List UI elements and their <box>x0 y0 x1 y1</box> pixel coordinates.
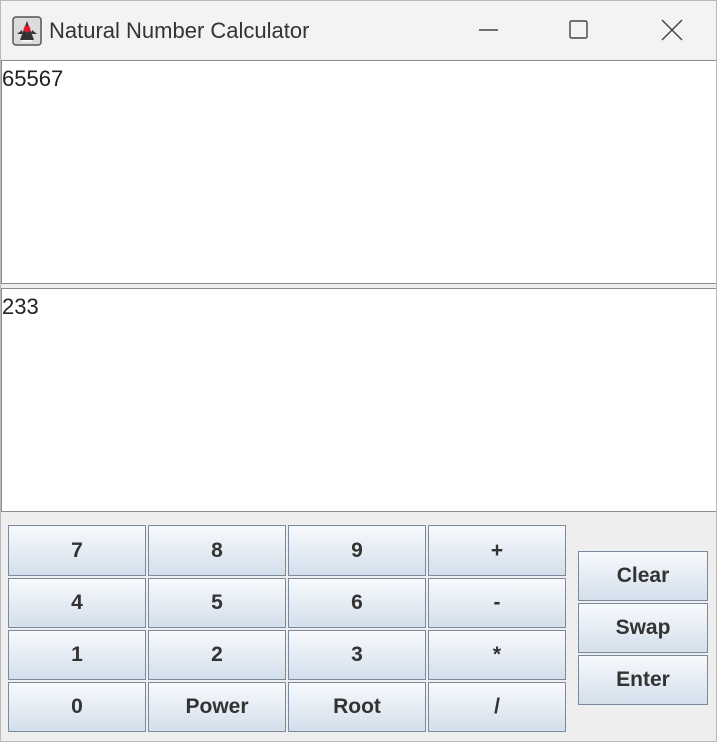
top-number-display[interactable]: 65567 <box>1 60 716 284</box>
multiply-button[interactable]: * <box>428 630 566 680</box>
minimize-icon <box>479 29 498 31</box>
power-button[interactable]: Power <box>148 682 286 732</box>
swap-button[interactable]: Swap <box>578 603 708 653</box>
add-button[interactable]: + <box>428 525 566 576</box>
maximize-button[interactable] <box>555 9 601 49</box>
digit-5-button[interactable]: 5 <box>148 578 286 628</box>
digit-7-button[interactable]: 7 <box>8 525 146 576</box>
enter-button[interactable]: Enter <box>578 655 708 705</box>
digit-9-button[interactable]: 9 <box>288 525 426 576</box>
maximize-icon <box>569 20 588 39</box>
java-duke-icon[interactable] <box>12 16 42 46</box>
window-title: Natural Number Calculator <box>49 18 310 43</box>
bottom-number-value: 233 <box>2 294 39 319</box>
subtract-button[interactable]: - <box>428 578 566 628</box>
digit-8-button[interactable]: 8 <box>148 525 286 576</box>
title-bar[interactable]: Natural Number Calculator <box>1 1 716 59</box>
clear-button[interactable]: Clear <box>578 551 708 601</box>
digit-1-button[interactable]: 1 <box>8 630 146 680</box>
digit-0-button[interactable]: 0 <box>8 682 146 732</box>
digit-2-button[interactable]: 2 <box>148 630 286 680</box>
close-icon <box>661 19 683 41</box>
minimize-button[interactable] <box>465 9 511 49</box>
calculator-window: Natural Number Calculator 65567 233 7 8 … <box>0 0 717 742</box>
digit-4-button[interactable]: 4 <box>8 578 146 628</box>
root-button[interactable]: Root <box>288 682 426 732</box>
close-button[interactable] <box>649 9 695 49</box>
top-number-value: 65567 <box>2 66 64 91</box>
divide-button[interactable]: / <box>428 682 566 732</box>
bottom-number-display[interactable]: 233 <box>1 288 716 512</box>
digit-6-button[interactable]: 6 <box>288 578 426 628</box>
digit-3-button[interactable]: 3 <box>288 630 426 680</box>
